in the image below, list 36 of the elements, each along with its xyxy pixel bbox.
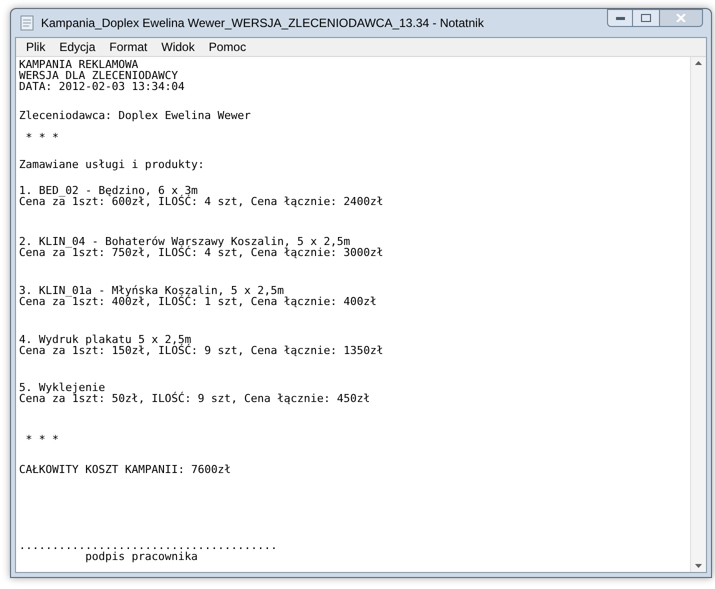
close-button[interactable]	[659, 9, 703, 27]
close-icon	[676, 14, 686, 22]
scroll-down-icon[interactable]	[695, 564, 702, 568]
text-line: Zleceniodawca: Doplex Ewelina Wewer	[19, 110, 251, 121]
text-line: CAŁKOWITY KOSZT KAMPANII: 7600zł	[19, 464, 231, 475]
text-line: .......................................	[19, 540, 278, 551]
menu-item[interactable]: Widok	[155, 38, 201, 56]
text-line: DATA: 2012-02-03 13:34:04	[19, 81, 185, 92]
menu-item[interactable]: Edycja	[53, 38, 102, 56]
text-line: 4. Wydruk plakatu 5 x 2,5m	[19, 334, 192, 345]
text-line: Cena za 1szt: 400zł, ILOŚĆ: 1 szt, Cena łącznie: 400zł	[19, 296, 377, 307]
menu-item[interactable]: Plik	[20, 38, 52, 56]
scrollbar[interactable]	[690, 57, 706, 572]
text-line: Cena za 1szt: 750zł, ILOŚĆ: 4 szt, Cena łącznie: 3000zł	[19, 247, 384, 258]
text-line: 5. Wyklejenie	[19, 382, 106, 393]
menu-item[interactable]: Format	[103, 38, 154, 56]
maximize-icon	[641, 14, 651, 22]
text-line: podpis pracownika	[84, 551, 198, 562]
text-line: * * *	[24, 132, 59, 143]
scroll-up-icon[interactable]	[695, 61, 702, 65]
text-line: Cena za 1szt: 600zł, ILOŚĆ: 4 szt, Cena łącznie: 2400zł	[19, 196, 384, 207]
notepad-icon	[19, 15, 35, 31]
window-title: Kampania_Doplex Ewelina Wewer_WERSJA_ZLECENIODAWCA_13.34 - Notatnik	[41, 15, 485, 32]
text-line: Cena za 1szt: 50zł, ILOŚĆ: 9 szt, Cena łącznie: 450zł	[19, 393, 370, 404]
text-line: * * *	[24, 434, 59, 445]
text-line: WERSJA DLA ZLECENIODAWCY	[19, 70, 178, 81]
text-line: 1. BED_02 - Będzino, 6 x 3m	[19, 185, 198, 196]
text-line: Zamawiane usługi i produkty:	[19, 159, 204, 170]
text-line: Cena za 1szt: 150zł, ILOŚĆ: 9 szt, Cena łącznie: 1350zł	[19, 345, 384, 356]
text-line: 2. KLIN_04 - Bohaterów Warszawy Koszalin, 5 x 2,5m	[19, 236, 350, 247]
text-line: 3. KLIN_01a - Młyńska Koszalin, 5 x 2,5m	[19, 285, 284, 296]
menu-item[interactable]: Pomoc	[202, 38, 252, 56]
text-line: KAMPANIA REKLAMOWA	[19, 59, 138, 70]
minimize-icon	[616, 16, 624, 20]
maximize-button[interactable]	[633, 9, 659, 27]
minimize-button[interactable]	[607, 9, 633, 27]
